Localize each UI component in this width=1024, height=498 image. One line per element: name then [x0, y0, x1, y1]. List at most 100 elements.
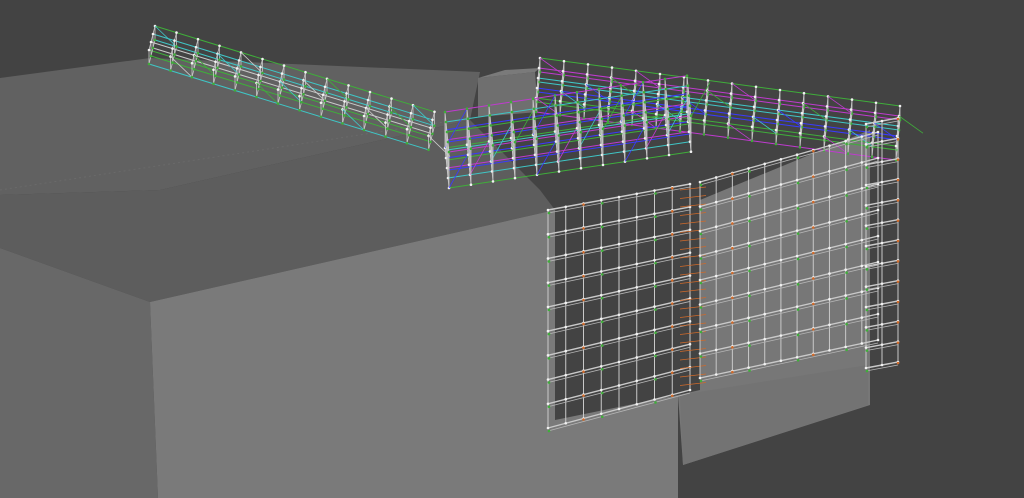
scaffold-node: [617, 266, 621, 269]
scaffold-node: [729, 92, 733, 95]
scaffold-node: [763, 237, 767, 241]
scaffold-node: [554, 104, 558, 107]
scaffold-node: [577, 110, 581, 114]
building-volume: [0, 58, 870, 498]
scaffold-node: [688, 342, 692, 346]
scaffold-node: [366, 98, 370, 102]
scaffold-node: [896, 300, 900, 304]
scaffold-node: [578, 120, 582, 124]
scaffold-node: [635, 356, 639, 359]
3d-model-scene[interactable]: [0, 0, 1024, 498]
scaffold-node: [896, 361, 900, 365]
scaffold-node: [491, 144, 495, 147]
scaffold-node: [447, 150, 451, 154]
scaffold-node: [599, 107, 603, 111]
scaffold-node: [653, 189, 656, 192]
scaffold-node: [620, 94, 624, 97]
scaffold-node: [469, 147, 473, 150]
scaffold-node: [865, 349, 869, 352]
scaffold-node: [844, 216, 847, 220]
scaffold-node: [864, 224, 868, 227]
scaffold-node: [876, 156, 880, 160]
scaffold-node: [796, 358, 800, 362]
scaffold-node: [237, 73, 241, 76]
scaffold-node: [282, 78, 286, 81]
scaffold-node: [411, 117, 415, 121]
scaffold-node: [731, 346, 734, 349]
scaffold-node: [405, 127, 409, 131]
scaffold-node: [876, 208, 880, 212]
scaffold-node: [731, 271, 734, 275]
scaffold-node: [546, 402, 550, 406]
scaffold-node: [598, 97, 602, 101]
scaffold-node: [798, 131, 802, 135]
scaffold-node: [779, 359, 783, 363]
scaffold-node: [714, 373, 718, 376]
scaffold-node: [446, 140, 450, 144]
scaffold-node: [546, 208, 550, 212]
scaffold-node: [778, 88, 782, 92]
scaffold-node: [689, 150, 693, 153]
scaffold-node: [750, 139, 754, 143]
scaffold-node: [698, 327, 702, 331]
scaffold-node: [325, 91, 329, 95]
scaffold-node: [599, 412, 603, 416]
scaffold-node: [896, 239, 900, 243]
scaffold-node: [800, 111, 804, 115]
scaffold-node: [657, 82, 661, 86]
scaffold-node: [748, 369, 751, 372]
scaffold-node: [828, 221, 831, 224]
scaffold-node: [667, 117, 671, 121]
scaffold-node: [635, 262, 639, 266]
scaffold-node: [828, 297, 831, 301]
scaffold-node: [599, 222, 603, 226]
scaffold-node: [846, 152, 850, 155]
scaffold-node: [828, 144, 831, 147]
scaffold-node: [586, 63, 590, 66]
scaffold-node: [747, 366, 750, 369]
scaffold-node: [750, 125, 754, 129]
scaffold-node: [347, 84, 350, 87]
scaffold-node: [753, 95, 757, 99]
scaffold-node: [864, 326, 868, 329]
scaffold-node: [702, 119, 706, 122]
scaffold-node: [600, 296, 604, 300]
scaffold-node: [796, 283, 800, 286]
scaffold-brace: [578, 108, 602, 149]
scaffold-node: [698, 254, 702, 257]
scaffold-node: [547, 357, 551, 360]
scaffold-node: [233, 89, 237, 92]
scaffold-ledger: [446, 113, 690, 151]
scaffold-node: [795, 355, 799, 359]
scaffold-node: [579, 166, 583, 170]
scaffold-node: [844, 319, 847, 323]
scaffold-node: [699, 281, 703, 285]
scaffold-node: [617, 219, 621, 222]
scaffold-node: [547, 284, 551, 287]
scaffold-node: [276, 102, 280, 105]
scaffold-node: [703, 109, 707, 112]
scaffold-node: [670, 394, 674, 398]
scaffold-node: [343, 100, 346, 103]
scaffold-node: [865, 186, 869, 190]
scaffold-node: [864, 265, 868, 268]
scaffold-node: [865, 308, 869, 312]
scaffold-node: [622, 114, 626, 117]
scaffold-node: [564, 373, 568, 377]
scaffold-node: [699, 257, 703, 260]
scaffold-node: [698, 376, 702, 380]
scaffold-node: [617, 289, 621, 293]
scaffold-node: [747, 291, 750, 295]
scaffold-facade-front[interactable]: [546, 182, 707, 433]
scaffold-node: [653, 212, 656, 216]
3d-viewport[interactable]: [0, 0, 1024, 498]
scaffold-node: [429, 140, 432, 144]
scaffold-node: [617, 242, 621, 246]
scaffold-node: [237, 59, 241, 62]
scaffold-node: [564, 325, 568, 329]
scaffold-node: [811, 226, 815, 229]
scaffold-node: [779, 309, 783, 312]
scaffold-node: [670, 325, 674, 328]
scaffold-node: [617, 313, 621, 317]
scaffold-node: [896, 138, 900, 141]
